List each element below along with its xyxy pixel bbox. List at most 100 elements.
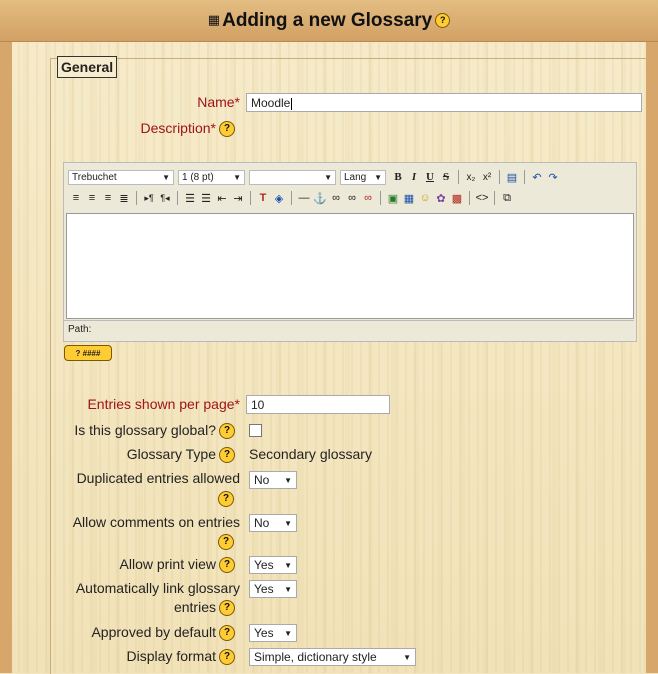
print-view-help-icon[interactable]: ? bbox=[219, 557, 235, 573]
align-left-icon[interactable]: ≡ bbox=[69, 191, 83, 205]
font-size-select[interactable]: 1 (8 pt) ▼ bbox=[178, 169, 245, 185]
chevron-down-icon: ▼ bbox=[284, 584, 292, 594]
is-global-help-icon[interactable]: ? bbox=[219, 423, 235, 439]
link-icon[interactable]: ∞ bbox=[329, 191, 343, 205]
redo-icon[interactable]: ↷ bbox=[546, 170, 560, 184]
display-format-select[interactable]: Simple, dictionary style ▼ bbox=[249, 648, 416, 666]
toolbar-separator bbox=[136, 191, 137, 205]
display-format-label: Display format bbox=[126, 648, 216, 664]
chevron-down-icon: ▼ bbox=[374, 172, 382, 182]
duplicated-entries-label: Duplicated entries allowed bbox=[76, 470, 240, 486]
rtl-icon[interactable]: ¶◂ bbox=[158, 191, 172, 205]
chevron-down-icon: ▼ bbox=[324, 172, 332, 182]
approved-help-icon[interactable]: ? bbox=[219, 625, 235, 641]
approved-value: Yes bbox=[254, 626, 274, 640]
italic-icon[interactable]: I bbox=[407, 170, 421, 184]
name-label: Name* bbox=[197, 94, 240, 110]
autolink-label-line2: entries bbox=[173, 599, 216, 615]
print-view-value: Yes bbox=[254, 558, 274, 572]
indent-icon[interactable]: ⇥ bbox=[231, 191, 245, 205]
glossary-type-help-icon[interactable]: ? bbox=[219, 447, 235, 463]
fieldset-legend: General bbox=[57, 56, 118, 78]
autolink-select[interactable]: Yes ▼ bbox=[249, 580, 297, 598]
underline-icon[interactable]: U bbox=[423, 170, 437, 184]
autolink-help-icon[interactable]: ? bbox=[219, 600, 235, 616]
insert-image-icon[interactable]: ▣ bbox=[386, 191, 400, 205]
subscript-icon[interactable]: x₂ bbox=[464, 170, 478, 184]
justify-icon[interactable]: ≣ bbox=[117, 191, 131, 205]
undo-icon[interactable]: ↶ bbox=[530, 170, 544, 184]
smiley-icon[interactable]: ☺ bbox=[418, 191, 432, 205]
align-center-icon[interactable]: ≡ bbox=[85, 191, 99, 205]
paste-word-icon[interactable]: ▤ bbox=[505, 170, 519, 184]
chevron-down-icon: ▼ bbox=[284, 560, 292, 570]
toolbar-separator bbox=[494, 191, 495, 205]
toolbar-separator bbox=[499, 170, 500, 184]
fullscreen-icon[interactable]: ⧉ bbox=[500, 191, 514, 205]
is-global-label: Is this glossary global? bbox=[74, 422, 216, 438]
allow-comments-select[interactable]: No ▼ bbox=[249, 514, 297, 532]
entries-per-page-label: Entries shown per page* bbox=[87, 396, 240, 412]
duplicated-entries-help-icon[interactable]: ? bbox=[218, 491, 234, 507]
keyboard-help-icon[interactable]: ? #### bbox=[64, 345, 112, 361]
editor-text-area[interactable] bbox=[66, 213, 634, 319]
path-label: Path: bbox=[68, 324, 92, 335]
horizontal-rule-icon[interactable]: — bbox=[297, 191, 311, 205]
help-icon[interactable]: ? bbox=[435, 13, 451, 28]
display-format-help-icon[interactable]: ? bbox=[219, 649, 235, 665]
html-source-icon[interactable]: <> bbox=[475, 191, 489, 205]
approved-label: Approved by default bbox=[91, 624, 216, 640]
font-size-value: 1 (8 pt) bbox=[182, 171, 214, 183]
chevron-down-icon: ▼ bbox=[284, 628, 292, 638]
name-input[interactable]: Moodle bbox=[246, 93, 642, 112]
anchor-icon[interactable]: ⚓ bbox=[313, 191, 327, 205]
strikethrough-icon[interactable]: S bbox=[439, 170, 453, 184]
ordered-list-icon[interactable]: ☰ bbox=[183, 191, 197, 205]
allow-comments-help-icon[interactable]: ? bbox=[218, 534, 234, 550]
allow-comments-label: Allow comments on entries bbox=[72, 514, 240, 530]
font-select[interactable]: Trebuchet ▼ bbox=[68, 169, 174, 185]
bold-icon[interactable]: B bbox=[391, 170, 405, 184]
nolink-icon[interactable]: ∞ bbox=[361, 191, 375, 205]
name-input-value: Moodle bbox=[251, 96, 291, 110]
allow-comments-value: No bbox=[254, 516, 270, 530]
page-header: ▦ Adding a new Glossary ? bbox=[0, 0, 658, 42]
lang-select[interactable]: Lang ▼ bbox=[340, 169, 386, 185]
align-right-icon[interactable]: ≡ bbox=[101, 191, 115, 205]
toolbar-separator bbox=[177, 191, 178, 205]
description-label: Description* bbox=[140, 120, 216, 136]
entries-per-page-value: 10 bbox=[251, 398, 265, 412]
special-char-icon[interactable]: ✿ bbox=[434, 191, 448, 205]
print-view-select[interactable]: Yes ▼ bbox=[249, 556, 297, 574]
description-help-icon[interactable]: ? bbox=[219, 121, 235, 137]
duplicated-entries-value: No bbox=[254, 473, 270, 487]
unordered-list-icon[interactable]: ☰ bbox=[199, 191, 213, 205]
chevron-down-icon: ▼ bbox=[284, 518, 292, 528]
duplicated-entries-select[interactable]: No ▼ bbox=[249, 471, 297, 489]
toolbar-separator bbox=[524, 170, 525, 184]
ltr-icon[interactable]: ▸¶ bbox=[142, 191, 156, 205]
toolbar-separator bbox=[458, 170, 459, 184]
background-color-icon[interactable]: ◈ bbox=[272, 191, 286, 205]
style-select[interactable]: ▼ bbox=[249, 169, 336, 185]
autolink-label-line1: Automatically link glossary bbox=[75, 580, 240, 596]
chevron-down-icon: ▼ bbox=[403, 652, 411, 662]
superscript-icon[interactable]: x² bbox=[480, 170, 494, 184]
toolbar-separator bbox=[291, 191, 292, 205]
entries-per-page-input[interactable]: 10 bbox=[246, 395, 390, 414]
glossary-type-label: Glossary Type bbox=[126, 446, 216, 462]
print-view-label: Allow print view bbox=[119, 556, 216, 572]
glossary-type-value: Secondary glossary bbox=[249, 446, 372, 462]
outdent-icon[interactable]: ⇤ bbox=[215, 191, 229, 205]
text-color-icon[interactable]: T bbox=[256, 191, 270, 205]
display-format-value: Simple, dictionary style bbox=[254, 650, 377, 664]
approved-select[interactable]: Yes ▼ bbox=[249, 624, 297, 642]
search-replace-icon[interactable]: ▩ bbox=[450, 191, 464, 205]
toolbar-separator bbox=[380, 191, 381, 205]
editor-path-bar: Path: bbox=[64, 320, 634, 339]
is-global-checkbox[interactable] bbox=[249, 424, 262, 437]
insert-table-icon[interactable]: ▦ bbox=[402, 191, 416, 205]
unlink-icon[interactable]: ∞ bbox=[345, 191, 359, 205]
editor-toolbar-row-1: Trebuchet ▼ 1 (8 pt) ▼ ▼ Lang ▼ B I U S x₂ … bbox=[68, 167, 561, 187]
text-caret bbox=[291, 97, 293, 110]
